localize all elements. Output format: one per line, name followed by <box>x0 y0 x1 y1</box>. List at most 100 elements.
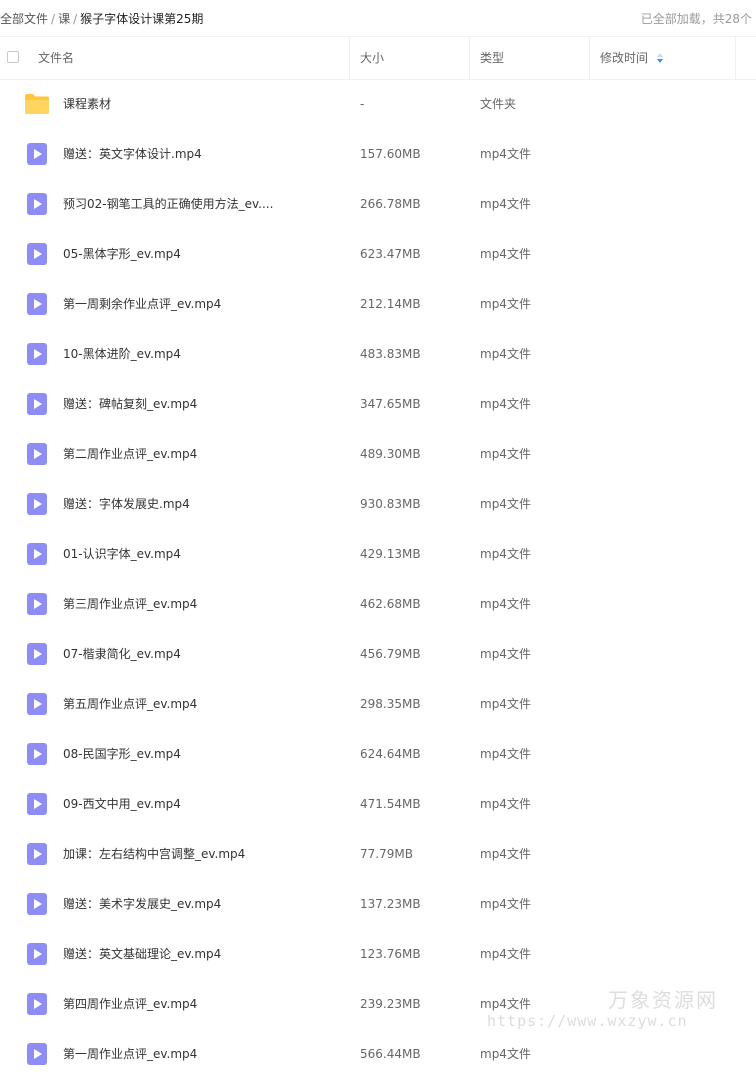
select-all-checkbox[interactable] <box>7 51 19 63</box>
file-type: mp4文件 <box>480 497 531 511</box>
file-name[interactable]: 第一周作业点评_ev.mp4 <box>63 1029 197 1079</box>
column-header-modified-label: 修改时间 <box>600 51 649 65</box>
file-name[interactable]: 10-黑体进阶_ev.mp4 <box>63 329 181 379</box>
file-name[interactable]: 赠送：英文字体设计.mp4 <box>63 129 202 179</box>
file-row[interactable]: 赠送：美术字发展史_ev.mp4 137.23MB mp4文件 <box>0 879 756 929</box>
file-type: mp4文件 <box>480 947 531 961</box>
file-type: mp4文件 <box>480 147 531 161</box>
file-name[interactable]: 第一周剩余作业点评_ev.mp4 <box>63 279 221 329</box>
file-row[interactable]: 赠送：字体发展史.mp4 930.83MB mp4文件 <box>0 479 756 529</box>
load-status-text: 已全部加载，共28个 <box>640 12 752 26</box>
video-file-icon <box>25 343 49 365</box>
file-row[interactable]: 赠送：英文基础理论_ev.mp4 123.76MB mp4文件 <box>0 929 756 979</box>
file-size: 483.83MB <box>360 347 421 361</box>
file-row[interactable]: 第一周作业点评_ev.mp4 566.44MB mp4文件 <box>0 1029 756 1079</box>
file-row[interactable]: 第二周作业点评_ev.mp4 489.30MB mp4文件 <box>0 429 756 479</box>
file-size: 137.23MB <box>360 897 421 911</box>
file-name[interactable]: 赠送：美术字发展史_ev.mp4 <box>63 879 221 929</box>
column-header-type[interactable]: 类型 <box>470 37 590 79</box>
file-type: mp4文件 <box>480 647 531 661</box>
file-row[interactable]: 课程素材 - 文件夹 <box>0 79 756 129</box>
file-name[interactable]: 第五周作业点评_ev.mp4 <box>63 679 197 729</box>
file-name[interactable]: 第三周作业点评_ev.mp4 <box>63 579 197 629</box>
video-file-icon <box>25 893 49 915</box>
file-row[interactable]: 赠送：碑帖复刻_ev.mp4 347.65MB mp4文件 <box>0 379 756 429</box>
file-size: 456.79MB <box>360 647 421 661</box>
file-type: mp4文件 <box>480 547 531 561</box>
breadcrumb-item-course[interactable]: 课 <box>58 12 70 26</box>
file-table-header: 文件名 大小 类型 修改时间 <box>0 37 756 80</box>
breadcrumb-separator: / <box>51 12 56 26</box>
sort-descending-icon[interactable] <box>657 53 663 63</box>
file-name[interactable]: 05-黑体字形_ev.mp4 <box>63 229 181 279</box>
file-type: mp4文件 <box>480 347 531 361</box>
file-name[interactable]: 预习02-钢笔工具的正确使用方法_ev.... <box>63 179 273 229</box>
video-file-icon <box>25 293 49 315</box>
file-name[interactable]: 赠送：字体发展史.mp4 <box>63 479 190 529</box>
file-row[interactable]: 10-黑体进阶_ev.mp4 483.83MB mp4文件 <box>0 329 756 379</box>
video-file-icon <box>25 943 49 965</box>
file-type: mp4文件 <box>480 847 531 861</box>
column-header-type-label: 类型 <box>480 51 505 65</box>
file-name[interactable]: 赠送：碑帖复刻_ev.mp4 <box>63 379 197 429</box>
file-name[interactable]: 第四周作业点评_ev.mp4 <box>63 979 197 1029</box>
video-file-icon <box>25 493 49 515</box>
file-type: mp4文件 <box>480 247 531 261</box>
file-name[interactable]: 08-民国字形_ev.mp4 <box>63 729 181 779</box>
file-type: 文件夹 <box>480 97 517 111</box>
file-size: 347.65MB <box>360 397 421 411</box>
column-header-name[interactable]: 文件名 <box>0 37 350 79</box>
file-size: 298.35MB <box>360 697 421 711</box>
video-file-icon <box>25 593 49 615</box>
video-file-icon <box>25 1043 49 1065</box>
watermark-title: 万象资源网 <box>608 988 718 1012</box>
column-header-name-label: 文件名 <box>38 51 75 65</box>
file-row[interactable]: 赠送：英文字体设计.mp4 157.60MB mp4文件 <box>0 129 756 179</box>
file-name[interactable]: 课程素材 <box>63 79 111 129</box>
file-type: mp4文件 <box>480 597 531 611</box>
file-name[interactable]: 第二周作业点评_ev.mp4 <box>63 429 197 479</box>
breadcrumb-item-all-files[interactable]: 全部文件 <box>0 12 48 26</box>
video-file-icon <box>25 143 49 165</box>
file-size: 266.78MB <box>360 197 421 211</box>
column-header-size-label: 大小 <box>360 51 385 65</box>
file-row[interactable]: 加课：左右结构中宫调整_ev.mp4 77.79MB mp4文件 <box>0 829 756 879</box>
file-size: 623.47MB <box>360 247 421 261</box>
file-type: mp4文件 <box>480 397 531 411</box>
video-file-icon <box>25 443 49 465</box>
file-name[interactable]: 赠送：英文基础理论_ev.mp4 <box>63 929 221 979</box>
video-file-icon <box>25 993 49 1015</box>
file-row[interactable]: 05-黑体字形_ev.mp4 623.47MB mp4文件 <box>0 229 756 279</box>
column-header-size[interactable]: 大小 <box>350 37 470 79</box>
file-name[interactable]: 07-楷隶简化_ev.mp4 <box>63 629 181 679</box>
file-size: 489.30MB <box>360 447 421 461</box>
video-file-icon <box>25 393 49 415</box>
file-row[interactable]: 第一周剩余作业点评_ev.mp4 212.14MB mp4文件 <box>0 279 756 329</box>
file-name[interactable]: 09-西文中用_ev.mp4 <box>63 779 181 829</box>
column-header-modified[interactable]: 修改时间 <box>590 37 736 79</box>
file-type: mp4文件 <box>480 1047 531 1061</box>
file-type: mp4文件 <box>480 697 531 711</box>
breadcrumb: 全部文件 / 课 / 猴子字体设计课第25期 <box>0 10 203 27</box>
file-row[interactable]: 第三周作业点评_ev.mp4 462.68MB mp4文件 <box>0 579 756 629</box>
file-row[interactable]: 预习02-钢笔工具的正确使用方法_ev.... 266.78MB mp4文件 <box>0 179 756 229</box>
file-row[interactable]: 07-楷隶简化_ev.mp4 456.79MB mp4文件 <box>0 629 756 679</box>
folder-icon <box>25 93 49 115</box>
file-size: 157.60MB <box>360 147 421 161</box>
video-file-icon <box>25 243 49 265</box>
file-size: 239.23MB <box>360 997 421 1011</box>
file-size: 123.76MB <box>360 947 421 961</box>
file-size: 462.68MB <box>360 597 421 611</box>
file-size: 624.64MB <box>360 747 421 761</box>
breadcrumb-separator: / <box>73 12 78 26</box>
file-size: 930.83MB <box>360 497 421 511</box>
file-row[interactable]: 01-认识字体_ev.mp4 429.13MB mp4文件 <box>0 529 756 579</box>
file-row[interactable]: 第五周作业点评_ev.mp4 298.35MB mp4文件 <box>0 679 756 729</box>
file-name[interactable]: 加课：左右结构中宫调整_ev.mp4 <box>63 829 245 879</box>
file-name[interactable]: 01-认识字体_ev.mp4 <box>63 529 181 579</box>
file-type: mp4文件 <box>480 297 531 311</box>
file-row[interactable]: 09-西文中用_ev.mp4 471.54MB mp4文件 <box>0 779 756 829</box>
file-row[interactable]: 08-民国字形_ev.mp4 624.64MB mp4文件 <box>0 729 756 779</box>
file-size: 566.44MB <box>360 1047 421 1061</box>
breadcrumb-item-current-folder: 猴子字体设计课第25期 <box>80 12 204 26</box>
